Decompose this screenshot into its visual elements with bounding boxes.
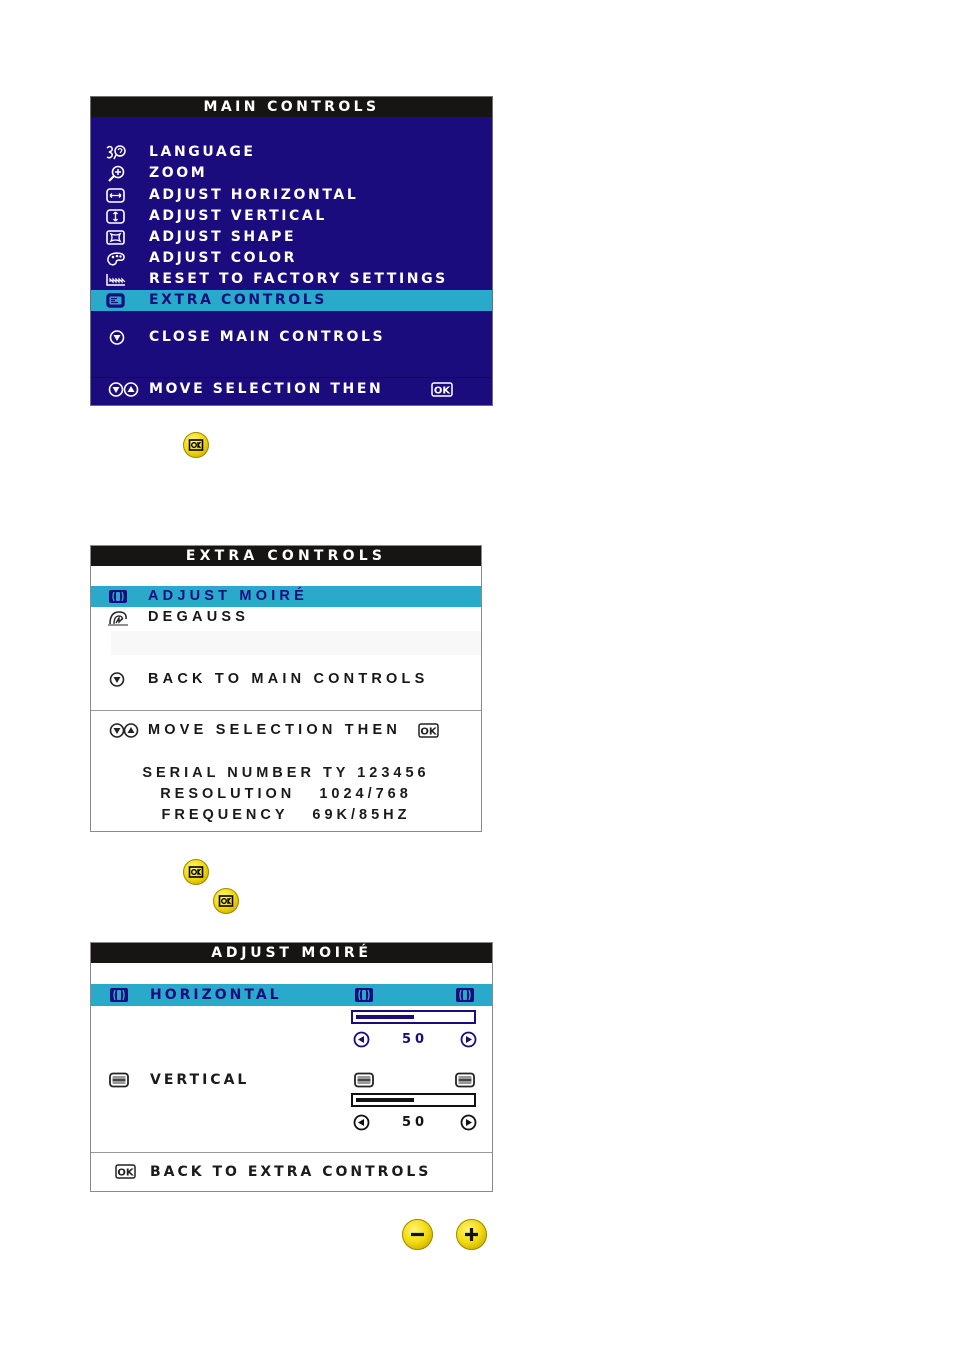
menu-item-label: ZOOM: [149, 165, 208, 181]
menu-item-label: ADJUST COLOR: [149, 250, 298, 266]
factory-icon: [106, 274, 126, 286]
adjust-vertical-icon: [106, 209, 125, 224]
vertical-slider-fill: [356, 1098, 414, 1102]
vertical-max-icon: [455, 1072, 475, 1088]
language-icon: [106, 145, 126, 160]
close-label: CLOSE MAIN CONTROLS: [149, 329, 386, 345]
menu-item-adjust-moire[interactable]: ADJUST MOIRÉ: [91, 586, 481, 607]
ok-icon: OK: [418, 723, 439, 738]
footer-hint: MOVE SELECTION THEN OK: [91, 379, 492, 400]
moire-min-icon: [355, 988, 373, 1002]
ok-button[interactable]: [183, 859, 209, 885]
menu-item-extra-controls[interactable]: EXTRA CONTROLS: [91, 290, 492, 311]
extra-controls-title: EXTRA CONTROLS: [91, 546, 481, 566]
down-arrow-icon: [109, 330, 125, 345]
footer-label: MOVE SELECTION THEN: [149, 381, 384, 397]
close-main-controls[interactable]: CLOSE MAIN CONTROLS: [91, 327, 492, 348]
frequency: FREQUENCY 69K/85HZ: [161, 807, 411, 823]
menu-item-label: ADJUST SHAPE: [149, 229, 297, 245]
ok-button[interactable]: [213, 888, 239, 914]
vertical-value: 50: [401, 1115, 429, 1130]
adjust-shape-icon: [106, 230, 125, 245]
menu-item-label: RESET TO FACTORY SETTINGS: [149, 271, 448, 287]
adjust-horizontal-icon: [106, 188, 125, 203]
ok-button-icon: [218, 895, 234, 907]
plus-button[interactable]: [456, 1219, 487, 1250]
zoom-icon: [108, 165, 125, 182]
menu-item-reset-factory[interactable]: RESET TO FACTORY SETTINGS: [91, 269, 492, 290]
right-arrow-icon[interactable]: [460, 1031, 477, 1048]
vertical-slider[interactable]: [351, 1093, 476, 1107]
menu-item-label: ADJUST VERTICAL: [149, 208, 327, 224]
menu-item-zoom[interactable]: ZOOM: [91, 163, 492, 184]
palette-icon: [107, 252, 125, 266]
back-to-extra-controls[interactable]: OK BACK TO EXTRA CONTROLS: [91, 1161, 492, 1183]
vertical-label: VERTICAL: [150, 1072, 250, 1088]
up-down-arrows-icon: [108, 382, 139, 397]
horizontal-slider[interactable]: [351, 1010, 476, 1024]
menu-item-degauss[interactable]: DEGAUSS: [91, 607, 481, 628]
empty-row: [111, 631, 481, 655]
minus-icon: [411, 1232, 424, 1237]
extra-controls-icon: [106, 293, 125, 308]
menu-item-label: ADJUST HORIZONTAL: [149, 187, 359, 203]
horizontal-value: 50: [401, 1032, 429, 1047]
svg-text:OK: OK: [420, 727, 438, 738]
back-label: BACK TO MAIN CONTROLS: [148, 671, 429, 687]
down-arrow-icon: [109, 672, 125, 687]
svg-text:OK: OK: [434, 386, 452, 397]
horizontal-value-row: 50: [353, 1031, 477, 1049]
moire-max-icon: [456, 988, 474, 1002]
serial-number: SERIAL NUMBER TY 123456: [142, 765, 430, 781]
menu-item-adjust-horizontal[interactable]: ADJUST HORIZONTAL: [91, 185, 492, 206]
ok-button[interactable]: [183, 432, 209, 458]
ok-button-icon: [188, 439, 204, 451]
moire-icon: [110, 988, 128, 1002]
back-label: BACK TO EXTRA CONTROLS: [150, 1164, 432, 1180]
menu-item-adjust-shape[interactable]: ADJUST SHAPE: [91, 227, 492, 248]
back-to-main-controls[interactable]: BACK TO MAIN CONTROLS: [91, 669, 481, 690]
plus-icon: [465, 1228, 478, 1241]
divider: [91, 1152, 492, 1153]
footer-hint: MOVE SELECTION THEN OK: [91, 720, 481, 741]
main-controls-title: MAIN CONTROLS: [91, 97, 492, 117]
menu-item-language[interactable]: LANGUAGE: [91, 142, 492, 163]
vertical-moire-icon: [109, 1072, 129, 1088]
vertical-min-icon: [354, 1072, 374, 1088]
menu-item-adjust-color[interactable]: ADJUST COLOR: [91, 248, 492, 269]
ok-icon: OK: [115, 1164, 136, 1179]
horizontal-slider-fill: [356, 1015, 414, 1019]
degauss-icon: [108, 611, 128, 626]
vertical-row[interactable]: VERTICAL: [91, 1069, 492, 1091]
horizontal-label: HORIZONTAL: [150, 987, 282, 1003]
resolution: RESOLUTION 1024/768: [160, 786, 412, 802]
extra-controls-panel: EXTRA CONTROLS ADJUST MOIRÉ DEGAUSS BACK…: [90, 545, 482, 832]
adjust-moire-panel: ADJUST MOIRÉ HORIZONTAL 50 VERTICAL 50 O…: [90, 942, 493, 1192]
moire-icon: [109, 590, 127, 603]
menu-item-label: DEGAUSS: [148, 609, 250, 625]
right-arrow-icon[interactable]: [460, 1114, 477, 1131]
vertical-value-row: 50: [353, 1114, 477, 1132]
minus-button[interactable]: [402, 1219, 433, 1250]
up-down-arrows-icon: [109, 723, 139, 738]
menu-item-label: ADJUST MOIRÉ: [148, 588, 308, 604]
horizontal-row[interactable]: HORIZONTAL: [91, 984, 492, 1006]
menu-item-adjust-vertical[interactable]: ADJUST VERTICAL: [91, 206, 492, 227]
ok-button-icon: [188, 866, 204, 878]
ok-icon: OK: [431, 382, 453, 397]
svg-text:OK: OK: [117, 1168, 135, 1179]
adjust-moire-title: ADJUST MOIRÉ: [91, 943, 492, 963]
menu-item-label: LANGUAGE: [149, 144, 256, 160]
menu-item-label: EXTRA CONTROLS: [149, 292, 327, 308]
footer-label: MOVE SELECTION THEN: [148, 722, 402, 738]
main-controls-panel: MAIN CONTROLS LANGUAGE ZOOM ADJUST HORIZ…: [90, 96, 493, 406]
divider: [91, 710, 481, 711]
divider: [91, 377, 492, 378]
